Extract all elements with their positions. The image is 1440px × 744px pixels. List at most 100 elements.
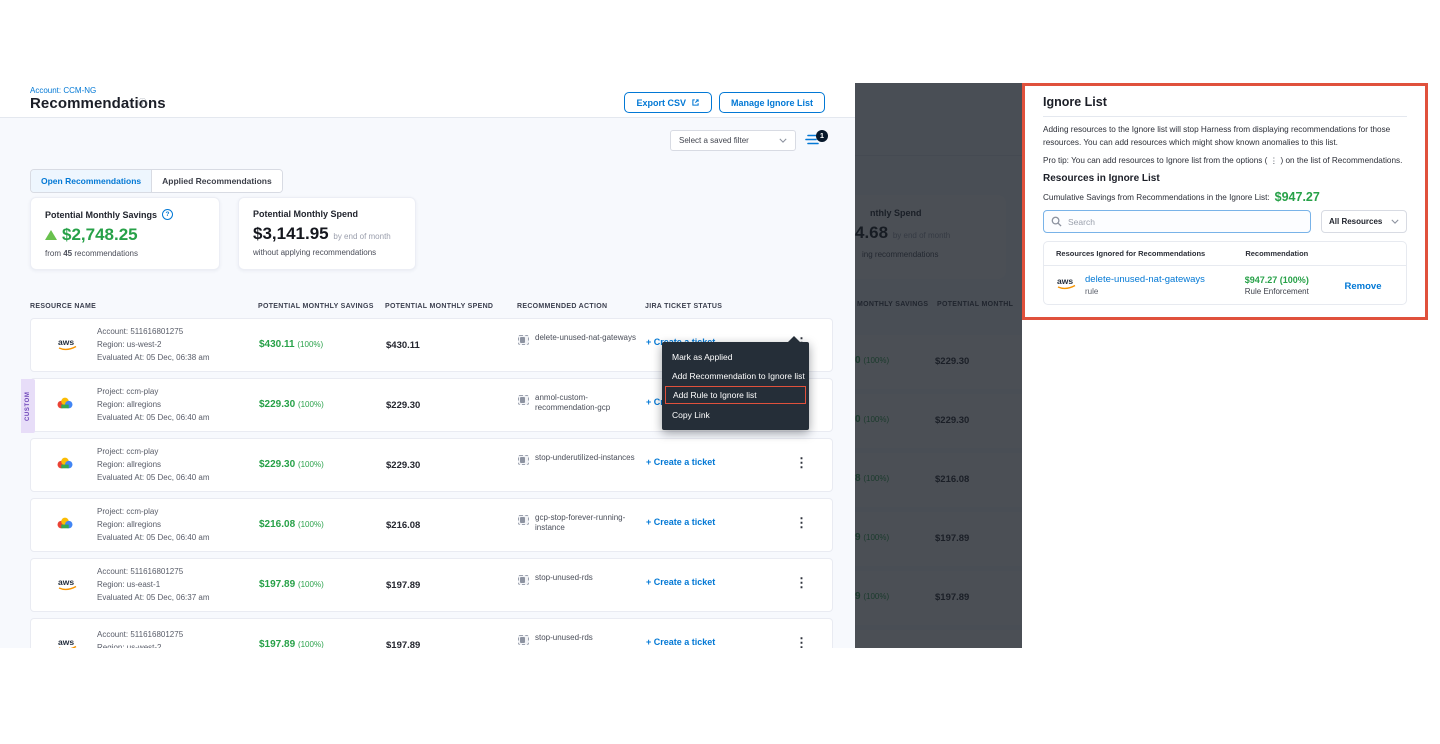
ignore-list-modal: Ignore List Adding resources to the Igno…	[1022, 83, 1428, 320]
external-link-icon	[691, 98, 700, 107]
manage-ignore-list-button[interactable]: Manage Ignore List	[719, 92, 825, 113]
rule-icon	[518, 635, 529, 645]
rule-icon	[518, 515, 529, 525]
cumulative-amount: $947.27	[1275, 190, 1320, 204]
ignore-list-row: aws delete-unused-nat-gateways rule $947…	[1044, 266, 1406, 304]
page-header: Account: CCM-NG Recommendations ⓘ Export…	[0, 83, 855, 117]
row-options-button[interactable]: ⋮	[791, 575, 812, 591]
menu-item-add-recommendation-to-ignore-list[interactable]: Add Recommendation to Ignore list	[662, 366, 809, 385]
cumulative-savings: Cumulative Savings from Recommendations …	[1043, 190, 1407, 204]
action-cell: stop-unused-rds	[518, 633, 638, 645]
remove-button[interactable]: Remove	[1345, 281, 1382, 292]
modal-divider	[1043, 116, 1407, 117]
menu-caret	[788, 336, 800, 342]
dimmed-page-strip: nthly Spend 4.68 by end of month ing rec…	[855, 83, 1022, 648]
rule-icon	[518, 455, 529, 465]
page-content: Select a saved filter 1 Open Recommendat…	[0, 118, 855, 648]
aws-icon: aws	[57, 337, 78, 356]
rule-icon	[518, 335, 529, 345]
modal-description: Adding resources to the Ignore list will…	[1043, 124, 1407, 149]
savings-cell: $216.08 (100%)	[259, 519, 324, 530]
tab-open-recommendations[interactable]: Open Recommendations	[31, 170, 151, 192]
spend-subtitle: without applying recommendations	[253, 248, 401, 257]
savings-cell: $197.89 (100%)	[259, 579, 324, 590]
spend-cell: $197.89	[386, 640, 420, 648]
modal-dim-overlay	[855, 83, 1022, 648]
savings-subtitle: from 45 recommendations	[45, 249, 205, 258]
create-ticket-link[interactable]: + Create a ticket	[646, 517, 715, 527]
action-cell: stop-unused-rds	[518, 573, 638, 585]
svg-text:aws: aws	[58, 577, 74, 587]
ignored-savings: $947.27 (100%)	[1222, 275, 1332, 285]
resource-details: Project: ccm-play Region: allregions Eva…	[97, 506, 210, 544]
rule-icon	[518, 575, 529, 585]
gcp-icon	[57, 457, 73, 475]
kebab-icon: ⋮	[1270, 156, 1279, 167]
action-cell: delete-unused-nat-gateways	[518, 333, 638, 345]
tab-applied-recommendations[interactable]: Applied Recommendations	[151, 170, 282, 192]
resources-section-title: Resources in Ignore List	[1043, 173, 1407, 184]
search-input[interactable]	[1043, 210, 1311, 233]
export-csv-button[interactable]: Export CSV	[624, 92, 712, 113]
ignored-resource-link[interactable]: delete-unused-nat-gateways	[1085, 274, 1205, 285]
row-context-menu: Mark as Applied Add Recommendation to Ig…	[662, 342, 809, 430]
action-cell: anmol-custom-recommendation-gcp	[518, 393, 638, 414]
table-row[interactable]: Project: ccm-play Region: allregions Eva…	[30, 498, 833, 552]
account-breadcrumb[interactable]: Account: CCM-NG	[30, 86, 96, 95]
create-ticket-link[interactable]: + Create a ticket	[646, 457, 715, 467]
search-icon	[1051, 216, 1062, 227]
potential-spend-card: Potential Monthly Spend $3,141.95 by end…	[238, 197, 416, 270]
menu-item-copy-link[interactable]: Copy Link	[662, 405, 809, 424]
spend-cell: $229.30	[386, 400, 420, 411]
resource-type-select[interactable]: All Resources	[1321, 210, 1407, 233]
savings-leaf-icon	[45, 230, 57, 240]
rule-icon	[518, 395, 529, 405]
action-cell: gcp-stop-forever-running-instance	[518, 513, 638, 534]
resource-details: Project: ccm-play Region: allregions Eva…	[97, 446, 210, 484]
help-icon[interactable]: ?	[162, 209, 173, 220]
table-row[interactable]: aws Account: 511616801275 Region: us-eas…	[30, 558, 833, 612]
saved-filter-select[interactable]: Select a saved filter	[670, 130, 796, 151]
filter-count-badge: 1	[816, 130, 828, 142]
svg-text:aws: aws	[58, 637, 74, 647]
menu-item-add-rule-to-ignore-list[interactable]: Add Rule to Ignore list	[665, 386, 806, 404]
spend-cell: $216.08	[386, 520, 420, 531]
chevron-down-icon	[1391, 219, 1399, 224]
resource-details: Account: 511616801275 Region: us-west-2 …	[97, 326, 210, 364]
gcp-icon	[57, 517, 73, 535]
menu-item-mark-as-applied[interactable]: Mark as Applied	[662, 347, 809, 366]
info-icon: ⓘ	[138, 96, 147, 109]
ignore-list-table: Resources Ignored for Recommendations Re…	[1043, 241, 1407, 305]
chevron-down-icon	[779, 138, 787, 143]
row-options-button[interactable]: ⋮	[791, 515, 812, 531]
ignored-resource-type: rule	[1085, 287, 1205, 296]
savings-cell: $229.30 (100%)	[259, 459, 324, 470]
ignored-source: Rule Enforcement	[1222, 287, 1332, 296]
modal-pro-tip: Pro tip: You can add resources to Ignore…	[1043, 155, 1407, 166]
row-options-button[interactable]: ⋮	[791, 635, 812, 648]
aws-icon: aws	[57, 577, 78, 596]
row-options-button[interactable]: ⋮	[791, 455, 812, 471]
table-header: RESOURCE NAME POTENTIAL MONTHLY SAVINGS …	[30, 303, 833, 317]
create-ticket-link[interactable]: + Create a ticket	[646, 637, 715, 647]
resource-details: Project: ccm-play Region: allregions Eva…	[97, 386, 210, 424]
savings-cell: $229.30 (100%)	[259, 399, 324, 410]
table-row[interactable]: aws Account: 511616801275 Region: us-wes…	[30, 618, 833, 648]
savings-cell: $430.11 (100%)	[259, 339, 323, 350]
custom-tag: CUSTOM	[21, 379, 35, 433]
recommendations-page: Account: CCM-NG Recommendations ⓘ Export…	[0, 83, 855, 648]
resource-details: Account: 511616801275 Region: us-west-2	[97, 629, 183, 648]
filter-button[interactable]: 1	[805, 133, 825, 149]
aws-icon: aws	[1056, 276, 1077, 295]
action-cell: stop-underutilized-instances	[518, 453, 638, 465]
spend-cell: $229.30	[386, 460, 420, 471]
potential-savings-card: Potential Monthly Savings ? $2,748.25 fr…	[30, 197, 220, 270]
resource-details: Account: 511616801275 Region: us-east-1 …	[97, 566, 210, 604]
savings-cell: $197.89 (100%)	[259, 639, 324, 648]
table-row[interactable]: Project: ccm-play Region: allregions Eva…	[30, 438, 833, 492]
savings-amount: $2,748.25	[62, 225, 138, 245]
create-ticket-link[interactable]: + Create a ticket	[646, 577, 715, 587]
spend-amount: $3,141.95	[253, 224, 329, 243]
svg-text:aws: aws	[58, 337, 74, 347]
spend-cell: $430.11	[386, 340, 420, 351]
